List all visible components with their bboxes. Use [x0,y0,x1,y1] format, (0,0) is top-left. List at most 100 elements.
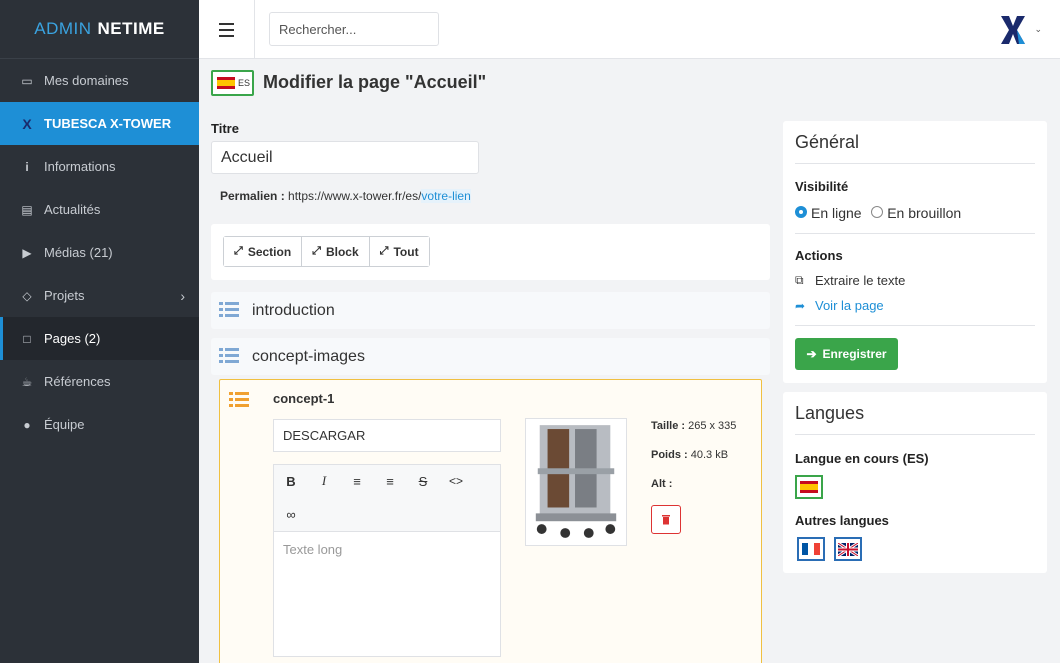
sidebar-item-actualites[interactable]: ▤ Actualités [0,188,199,231]
collapse-block-button[interactable]: ⤢ Block [302,237,370,266]
collapse-button-group: ⤢ Section ⤢ Block ⤢ Tout [223,236,430,267]
unordered-list-icon[interactable]: ≡ [378,469,402,493]
editor-placeholder[interactable]: Texte long [274,532,500,567]
sidebar-item-label: Mes domaines [44,73,129,88]
brand-part1: ADMIN [34,19,92,38]
divider [795,325,1035,326]
tool-label: Block [325,244,359,259]
italic-icon[interactable]: I [312,469,336,493]
actions-label: Actions [795,248,843,263]
list-icon[interactable] [229,391,249,409]
share-arrow-icon: ➦ [795,298,806,313]
weight-label: Poids : [651,449,688,461]
hamburger-menu-icon[interactable] [199,0,255,59]
collapse-all-button[interactable]: ⤢ Tout [369,237,429,266]
video-icon: ▶ [22,245,32,260]
sidebar: ADMIN NETIME ▭ Mes domaines X TUBESCA X-… [0,0,199,663]
permalink-slug[interactable]: votre-lien [421,189,471,203]
info-icon: i [25,159,29,174]
bold-icon[interactable]: B [279,469,303,493]
rich-text-editor: B I ≡ ≡ S <> ∞ Texte long [273,464,501,657]
section-concept-images[interactable]: concept-images [211,338,770,375]
delete-image-button[interactable] [651,505,681,534]
languages-card: Langues Langue en cours (ES) Autres lang… [783,392,1047,573]
sidebar-nav: ▭ Mes domaines X TUBESCA X-TOWER i Infor… [0,59,199,446]
size-value: 265 x 335 [685,420,737,432]
radio-draft[interactable] [871,205,884,218]
sidebar-item-mes-domaines[interactable]: ▭ Mes domaines [0,59,199,102]
user-avatar-logo[interactable] [998,14,1028,46]
sidebar-item-medias[interactable]: ▶ Médias (21) [0,231,199,274]
tool-label: Tout [393,244,419,259]
link-icon[interactable]: ∞ [279,502,303,526]
sidebar-item-label: Références [44,374,111,389]
sidebar-item-projets[interactable]: ◇ Projets › [0,274,199,317]
sidebar-item-label: Actualités [44,202,101,217]
diamond-icon: ◇ [22,288,32,303]
other-languages-label: Autres langues [795,513,889,528]
divider [795,233,1035,234]
collapse-section-button[interactable]: ⤢ Section [224,237,303,266]
brand-part2: NETIME [97,19,165,38]
action-label: Extraire le texte [815,273,906,288]
strikethrough-icon[interactable]: S [411,469,435,493]
page-title-name: "Accueil" [405,72,487,92]
save-button[interactable]: ➔ Enregistrer [795,338,898,370]
permalink-label: Permalien : [220,189,285,203]
code-icon[interactable]: <> [444,469,468,493]
sidebar-item-pages[interactable]: □ Pages (2) [0,317,199,360]
radio-draft-label[interactable]: En brouillon [887,205,961,221]
tool-label: Section [247,244,292,259]
weight-value: 40.3 kB [687,449,729,461]
sidebar-item-tubesca[interactable]: X TUBESCA X-TOWER [0,102,199,145]
topbar: ⌄ [199,0,1060,59]
x-logo-icon: X [22,115,32,132]
users-icon: ● [23,417,31,432]
brand-logo[interactable]: ADMIN NETIME [0,0,199,59]
list-icon [219,348,239,366]
collapse-tools-panel: ⤢ Section ⤢ Block ⤢ Tout [211,224,770,280]
radio-online-label[interactable]: En ligne [811,205,862,221]
sidebar-item-label: Projets [44,288,85,303]
sidebar-item-label: TUBESCA X-TOWER [44,116,172,131]
title-input[interactable] [211,141,479,174]
permalink-base: https://www.x-tower.fr/es/ [284,189,422,203]
titre-label: Titre [211,121,239,136]
sidebar-item-informations[interactable]: i Informations [0,145,199,188]
uk-flag-icon [838,542,858,556]
permalink: Permalien : https://www.x-tower.fr/es/vo… [220,189,471,203]
sidebar-item-references[interactable]: ☕ Références [0,360,199,403]
search-input[interactable] [269,12,439,46]
block-text-input[interactable] [273,419,501,452]
lang-code: ES [238,78,251,88]
trash-icon [662,515,670,525]
page-title-prefix: Modifier la page [263,72,406,92]
chevron-right-icon: › [180,287,185,304]
language-en-button[interactable] [834,537,862,561]
view-page-link[interactable]: ➦ Voir la page [795,298,884,313]
card-title: Langues [795,403,1035,435]
language-fr-button[interactable] [797,537,825,561]
action-label: Voir la page [815,298,884,313]
ordered-list-icon[interactable]: ≡ [345,469,369,493]
visibility-options: En ligne En brouillon [795,204,967,221]
radio-online[interactable] [795,205,807,218]
spain-flag-icon [800,481,818,493]
compress-icon: ⤢ [379,245,389,257]
size-label: Taille : [651,420,686,432]
section-introduction[interactable]: introduction [211,292,770,329]
chevron-down-icon[interactable]: ⌄ [1034,24,1042,35]
compress-icon: ⤢ [312,245,321,257]
copy-icon: ⧉ [795,273,804,287]
section-title: introduction [252,301,335,319]
list-icon [219,302,239,320]
extract-text-action[interactable]: ⧉ Extraire le texte [795,273,905,288]
coffee-icon: ☕ [21,374,33,389]
file-icon: □ [23,331,31,346]
sidebar-item-label: Informations [44,159,116,174]
sidebar-item-equipe[interactable]: ● Équipe [0,403,199,446]
image-alt: Alt : [651,478,672,490]
block-image-thumbnail[interactable] [525,418,627,546]
compress-icon: ⤢ [234,245,243,257]
newspaper-icon: ▤ [21,202,33,217]
